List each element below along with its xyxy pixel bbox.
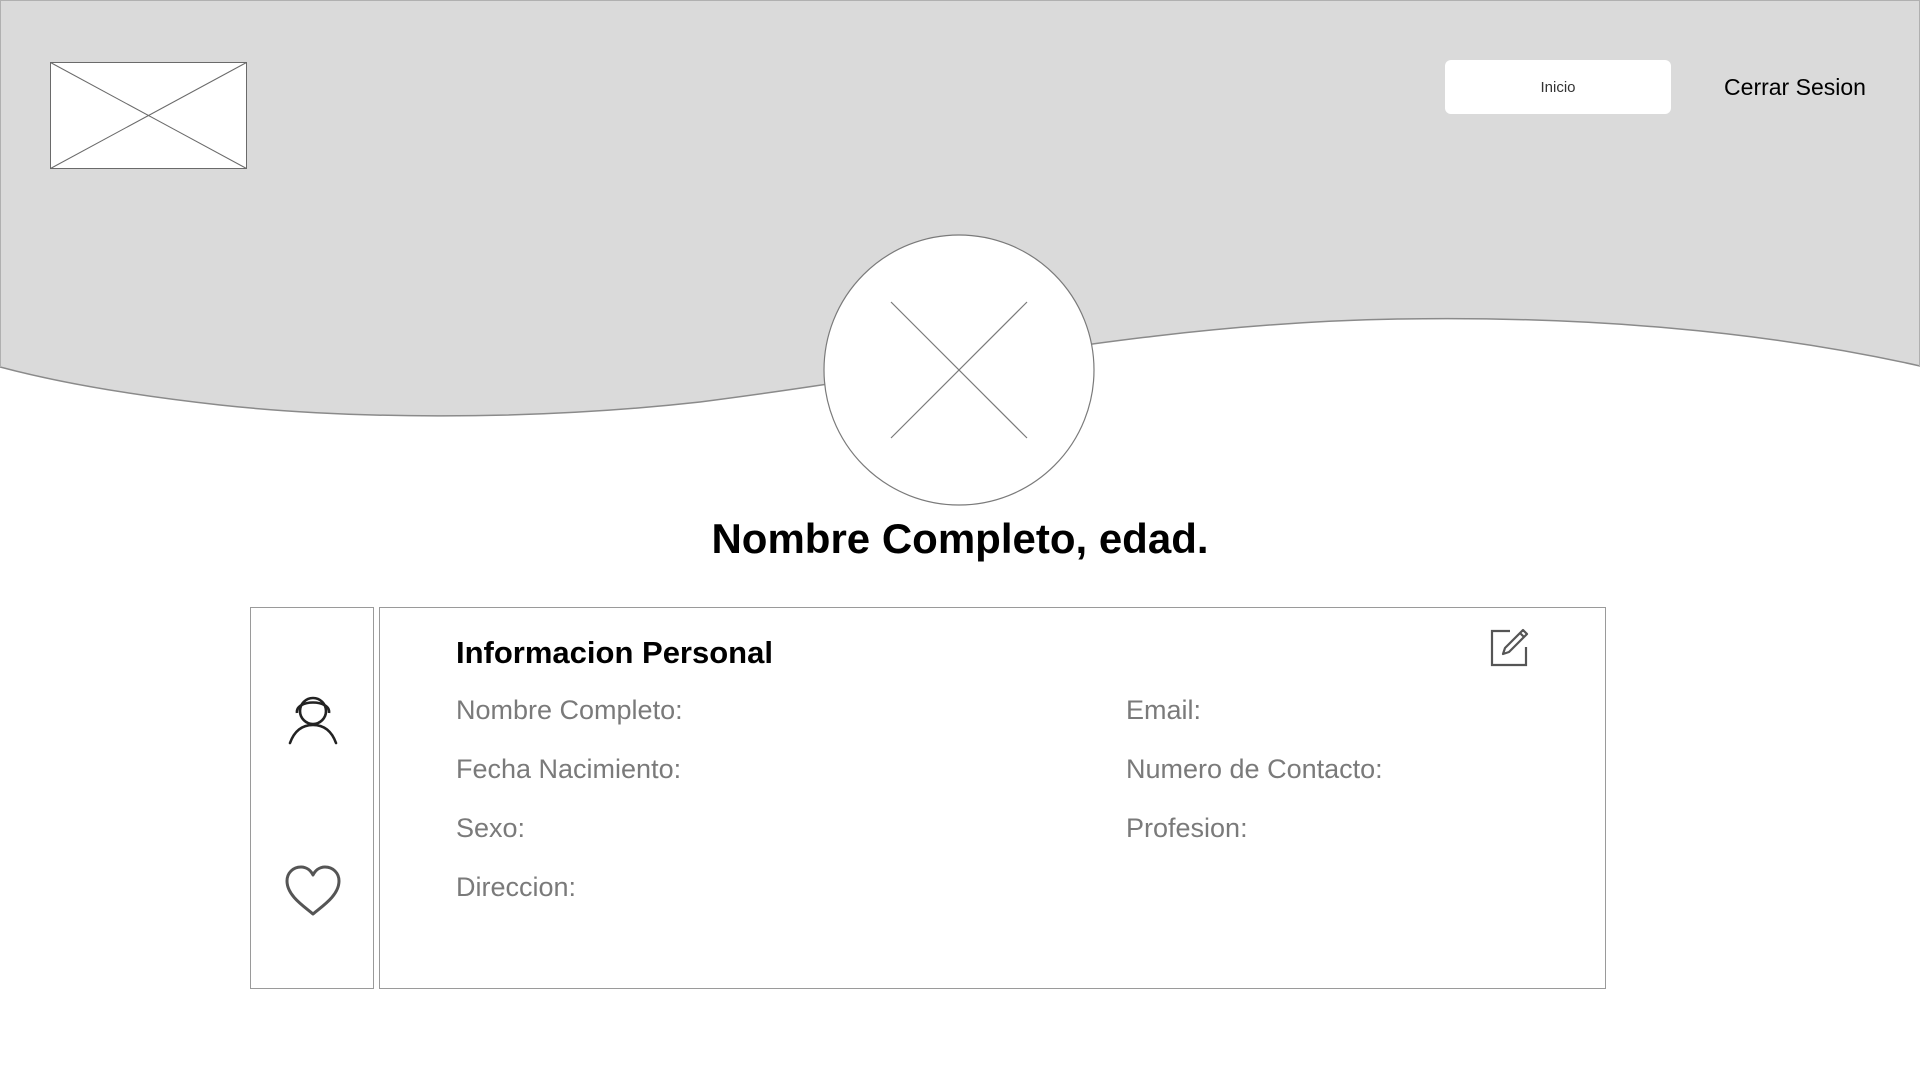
profile-page: Inicio Cerrar Sesion Nombre Completo, ed… xyxy=(0,0,1920,1080)
image-placeholder-icon xyxy=(50,62,247,169)
field-label-birth-date: Fecha Nacimiento: xyxy=(456,754,682,784)
personal-info-title: Informacion Personal xyxy=(456,635,773,670)
field-label-profession: Profesion: xyxy=(1126,813,1248,843)
edit-button[interactable] xyxy=(1485,624,1533,672)
logout-link[interactable]: Cerrar Sesion xyxy=(1700,70,1890,104)
profile-avatar[interactable] xyxy=(823,234,1095,506)
image-placeholder-icon xyxy=(823,234,1095,506)
field-label-address: Direccion: xyxy=(456,872,577,902)
field-label-full-name: Nombre Completo: xyxy=(456,695,683,725)
edit-icon xyxy=(1490,628,1529,667)
sidebar-item-favorites[interactable] xyxy=(282,860,344,922)
sidebar-item-personal-info[interactable] xyxy=(282,688,344,750)
heart-icon xyxy=(285,865,341,916)
personal-info-card: Informacion Personal Nombre Completo: Fe… xyxy=(379,607,1606,989)
logo-image-placeholder xyxy=(50,62,247,169)
profile-name-age: Nombre Completo, edad. xyxy=(711,515,1209,562)
home-nav-button[interactable]: Inicio xyxy=(1445,60,1671,114)
field-label-email: Email: xyxy=(1126,695,1202,725)
profile-sidebar xyxy=(250,607,374,989)
user-icon xyxy=(288,696,338,745)
field-label-contact-number: Numero de Contacto: xyxy=(1126,754,1383,784)
field-label-sex: Sexo: xyxy=(456,813,526,843)
